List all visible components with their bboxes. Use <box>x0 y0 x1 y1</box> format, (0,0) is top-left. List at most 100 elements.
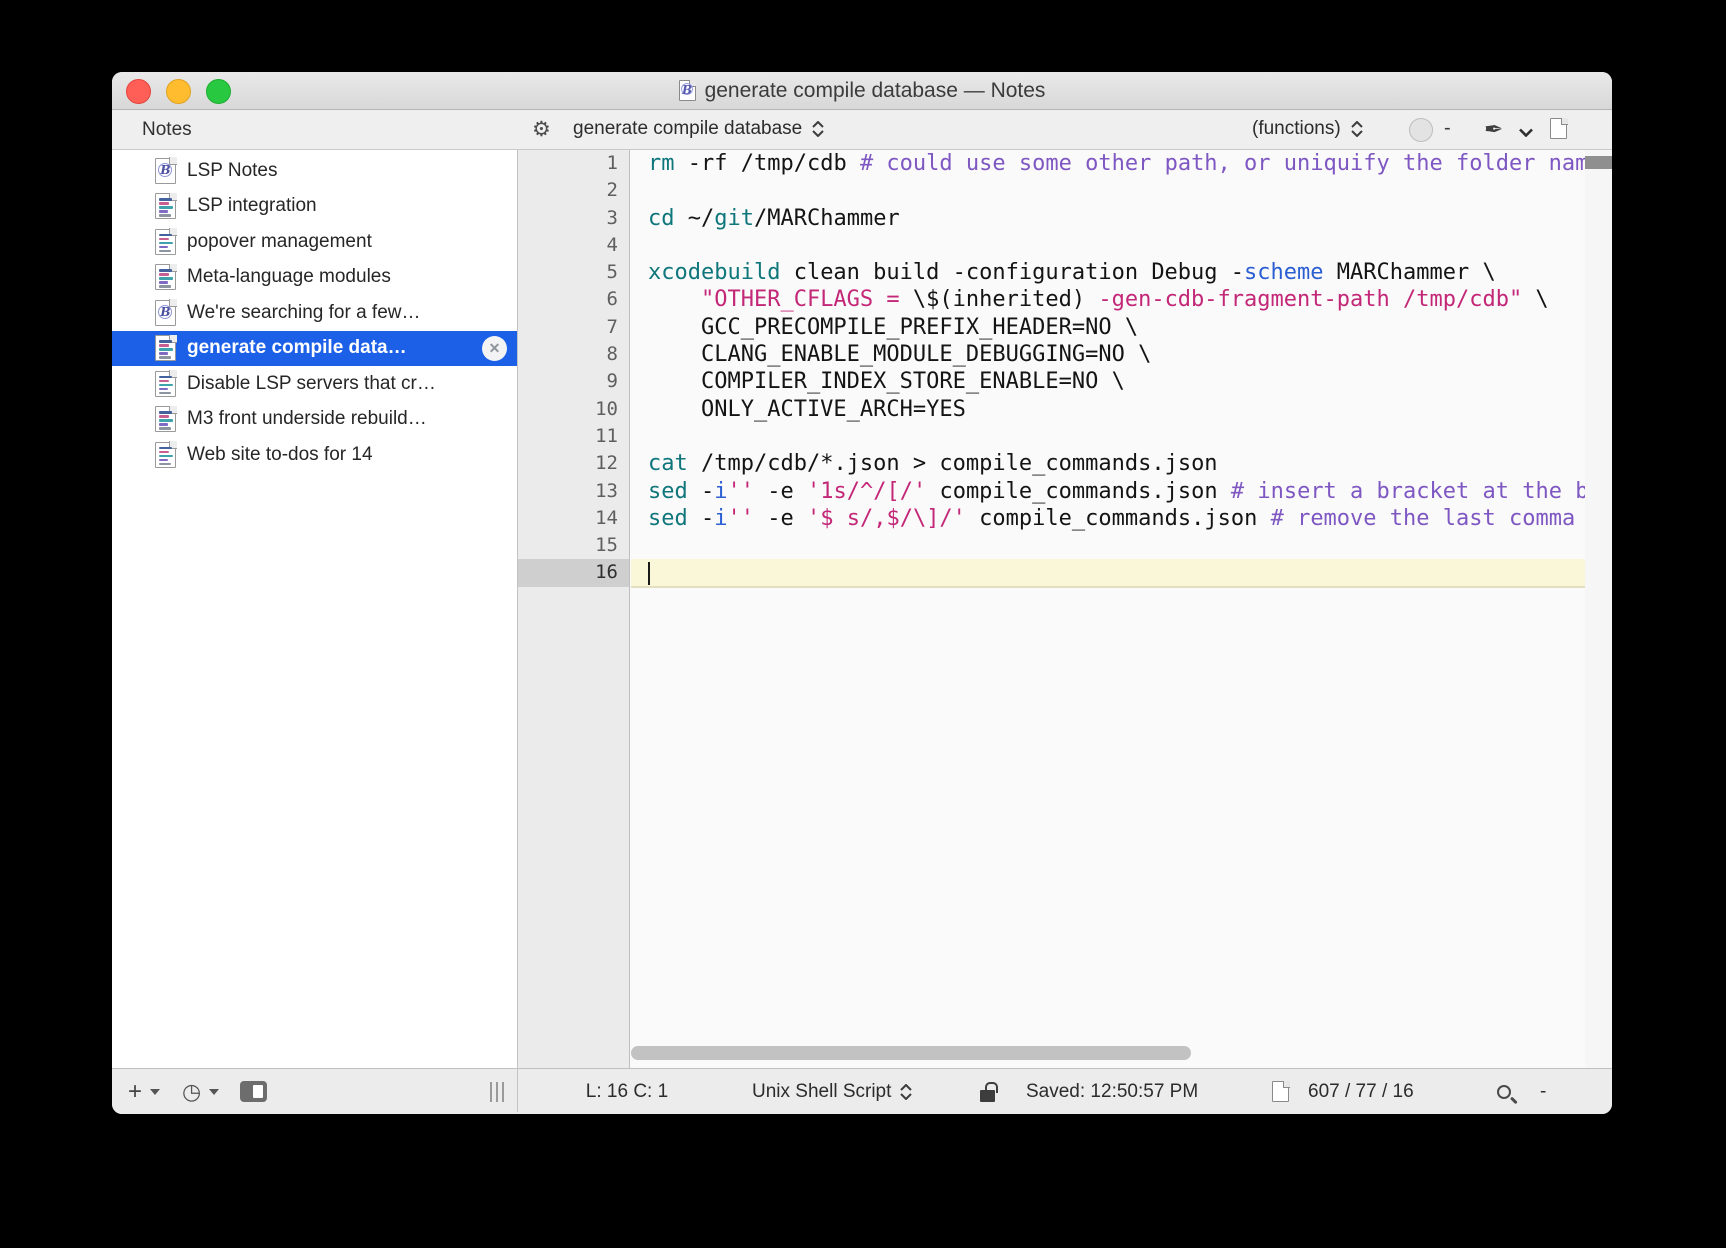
chevron-updown-icon <box>899 1083 913 1100</box>
line-number: 1 <box>606 152 618 174</box>
line-number: 9 <box>606 370 618 393</box>
code-line-current[interactable] <box>631 559 1585 587</box>
code-line[interactable]: "OTHER_CFLAGS = \$(inherited) -gen-cdb-f… <box>631 286 1585 313</box>
bbedit-doc-icon: B <box>155 299 177 326</box>
sidebar-toggle-icon <box>240 1081 267 1102</box>
code-line[interactable]: sed -i'' -e '1s/^/[/' compile_commands.j… <box>631 478 1585 505</box>
split-pane-handle[interactable] <box>1585 156 1612 169</box>
code-line[interactable]: GCC_PRECOMPILE_PREFIX_HEADER=NO \ <box>631 314 1585 341</box>
status-bar: + ◷ L: 16 C: 1 Unix Shell Script Saved: … <box>112 1068 1612 1114</box>
code-line[interactable]: cat /tmp/cdb/*.json > compile_commands.j… <box>631 450 1585 477</box>
sidebar-resize-grip[interactable] <box>490 1069 504 1114</box>
code-line[interactable]: xcodebuild clean build -configuration De… <box>631 259 1585 286</box>
toggle-sidebar-button[interactable] <box>240 1069 267 1114</box>
marker-pen-icon[interactable]: ✒ <box>1484 116 1503 143</box>
line-number: 5 <box>606 261 618 284</box>
chevron-updown-icon <box>811 121 825 137</box>
statusbar-dash-label: - <box>1540 1080 1547 1102</box>
line-number: 15 <box>595 534 618 557</box>
close-note-button[interactable]: ✕ <box>482 335 507 361</box>
line-number: 11 <box>595 424 618 447</box>
code-line[interactable]: rm -rf /tmp/cdb # could use some other p… <box>631 150 1585 177</box>
note-list-item[interactable]: Meta-language modules <box>112 260 517 295</box>
new-document-icon[interactable] <box>1550 117 1568 139</box>
text-doc-icon <box>155 228 177 255</box>
code-line[interactable] <box>631 177 1585 204</box>
search-icon[interactable] <box>1497 1069 1511 1114</box>
line-number: 8 <box>606 343 618 366</box>
vertical-scrollbar-track[interactable] <box>1585 150 1612 1068</box>
text-doc-icon <box>155 192 177 219</box>
bbedit-doc-icon: B <box>155 157 177 184</box>
window-title: generate compile database — Notes <box>704 78 1046 102</box>
text-caret <box>648 561 650 585</box>
title-bar[interactable]: B generate compile database — Notes <box>112 72 1612 110</box>
text-doc-icon <box>155 334 177 361</box>
content-area: B LSP Notes LSP integration popover managem… <box>112 150 1612 1068</box>
note-list-item[interactable]: Web site to-dos for 14 <box>112 437 517 472</box>
code-line[interactable]: COMPILER_INDEX_STORE_ENABLE=NO \ <box>631 368 1585 395</box>
gear-icon[interactable]: ⚙ <box>532 117 551 142</box>
line-number: 16 <box>518 559 629 587</box>
note-item-label: Web site to-dos for 14 <box>187 443 373 465</box>
line-number: 4 <box>606 233 618 256</box>
unlocked-padlock-icon[interactable] <box>980 1069 998 1114</box>
cursor-position-label[interactable]: L: 16 C: 1 <box>567 1069 687 1114</box>
character-word-line-counts: 607 / 77 / 16 <box>1308 1080 1414 1102</box>
code-line[interactable]: ONLY_ACTIVE_ARCH=YES <box>631 396 1585 423</box>
saved-timestamp-label: Saved: 12:50:57 PM <box>1026 1080 1199 1102</box>
line-number: 2 <box>606 179 618 202</box>
note-item-label: We're searching for a few… <box>187 301 421 323</box>
note-list-item[interactable]: M3 front underside rebuild… <box>112 402 517 437</box>
code-line[interactable]: cd ~/git/MARChammer <box>631 205 1585 232</box>
code-area[interactable]: rm -rf /tmp/cdb # could use some other p… <box>631 150 1585 1068</box>
language-popup-label: Unix Shell Script <box>752 1080 892 1102</box>
notes-list[interactable]: B LSP Notes LSP integration popover managem… <box>112 150 517 1068</box>
zoom-window-button[interactable] <box>206 79 231 104</box>
note-list-item-selected[interactable]: generate compile data… ✕ <box>112 330 517 366</box>
line-number: 14 <box>595 506 618 529</box>
triangle-down-icon <box>150 1088 161 1095</box>
document-info-icon[interactable] <box>1272 1069 1290 1114</box>
horizontal-scrollbar-thumb[interactable] <box>631 1046 1191 1060</box>
code-line[interactable] <box>631 232 1585 259</box>
close-window-button[interactable] <box>126 79 151 104</box>
toolbar-dash-label: - <box>1444 117 1451 139</box>
status-indicator-circle <box>1409 118 1433 142</box>
line-number: 12 <box>595 452 618 475</box>
code-line[interactable]: sed -i'' -e '$ s/,$/\]/' compile_command… <box>631 505 1585 532</box>
line-number-gutter: 1 2 3 4 5 6 7 8 9 10 11 12 13 14 15 16 <box>518 150 630 1068</box>
note-list-item[interactable]: B We're searching for a few… <box>112 295 517 330</box>
note-item-label: LSP integration <box>187 195 317 216</box>
line-number: 7 <box>606 315 618 338</box>
chevron-down-icon[interactable] <box>1518 124 1534 142</box>
note-item-label: popover management <box>187 230 372 252</box>
functions-popup[interactable]: (functions) <box>1252 118 1364 140</box>
line-number: 3 <box>606 206 618 229</box>
minimize-window-button[interactable] <box>166 79 191 104</box>
text-doc-icon <box>155 370 177 397</box>
code-line[interactable] <box>631 532 1585 559</box>
sidebar-divider[interactable] <box>517 150 518 1112</box>
line-number: 13 <box>595 479 618 502</box>
note-list-item[interactable]: Disable LSP servers that cr… <box>112 366 517 401</box>
code-line[interactable] <box>631 423 1585 450</box>
note-list-item[interactable]: B LSP Notes <box>112 153 517 188</box>
text-doc-icon <box>155 441 177 468</box>
functions-popup-label: (functions) <box>1252 118 1341 139</box>
document-proxy-icon[interactable]: B <box>678 79 697 101</box>
document-popup[interactable]: generate compile database <box>573 118 825 140</box>
note-list-item[interactable]: popover management <box>112 224 517 259</box>
note-item-label: Disable LSP servers that cr… <box>187 372 436 394</box>
recent-notes-button[interactable]: ◷ <box>182 1069 220 1114</box>
toolbar: Notes ⚙ generate compile database (funct… <box>112 111 1612 150</box>
line-number: 6 <box>606 288 618 311</box>
editor-pane[interactable]: 1 2 3 4 5 6 7 8 9 10 11 12 13 14 15 16 rm -rf /tmp/cdb … <box>518 150 1612 1068</box>
clock-icon: ◷ <box>182 1078 202 1104</box>
language-popup[interactable]: Unix Shell Script <box>752 1069 913 1114</box>
note-list-item[interactable]: LSP integration <box>112 189 517 224</box>
add-note-button[interactable]: + <box>128 1069 161 1114</box>
line-number: 10 <box>595 397 618 420</box>
code-line[interactable]: CLANG_ENABLE_MODULE_DEBUGGING=NO \ <box>631 341 1585 368</box>
notes-window: B generate compile database — Notes Note… <box>112 72 1612 1114</box>
